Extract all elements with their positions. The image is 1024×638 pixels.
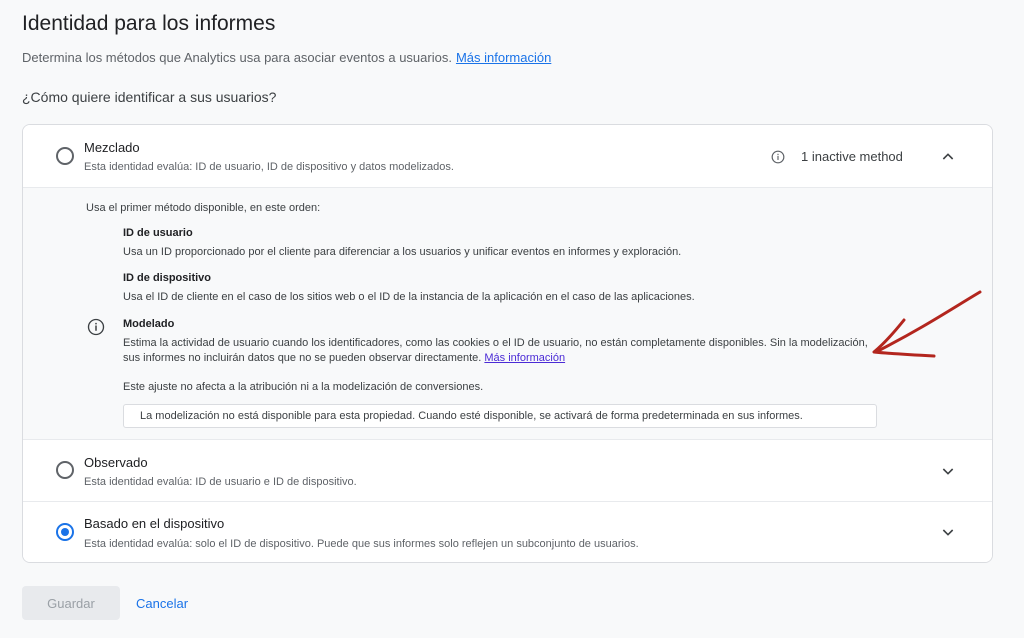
- method-modeled-title: Modelado: [123, 318, 175, 330]
- chevron-down-icon[interactable]: [940, 463, 956, 479]
- chevron-down-icon[interactable]: [940, 524, 956, 540]
- page-title: Identidad para los informes: [22, 12, 276, 35]
- option-device-based-title: Basado en el dispositivo: [84, 516, 225, 531]
- option-blended-description: Esta identidad evalúa: ID de usuario, ID…: [84, 161, 454, 173]
- page-subtitle: Determina los métodos que Analytics usa …: [22, 50, 551, 65]
- option-observed[interactable]: Observado Esta identidad evalúa: ID de u…: [23, 441, 992, 502]
- option-blended-title: Mezclado: [84, 140, 140, 155]
- identify-question: ¿Cómo quiere identificar a sus usuarios?: [22, 89, 277, 105]
- save-button[interactable]: Guardar: [22, 586, 120, 620]
- attribution-note: Este ajuste no afecta a la atribución ni…: [123, 381, 484, 393]
- option-observed-description: Esta identidad evalúa: ID de usuario e I…: [84, 476, 357, 488]
- option-observed-title: Observado: [84, 455, 148, 470]
- inactive-method-text: 1 inactive method: [801, 149, 903, 164]
- inactive-method-status: 1 inactive method: [771, 149, 903, 164]
- option-device-based[interactable]: Basado en el dispositivo Esta identidad …: [23, 502, 992, 562]
- identity-options-card: Mezclado Esta identidad evalúa: ID de us…: [22, 124, 993, 563]
- method-device-id-description: Usa el ID de cliente en el caso de los s…: [123, 291, 695, 303]
- modeled-learn-more-link[interactable]: Más información: [484, 352, 565, 364]
- modeling-availability-note: La modelización no está disponible para …: [123, 404, 877, 428]
- chevron-up-icon[interactable]: [940, 149, 956, 165]
- method-user-id-title: ID de usuario: [123, 227, 193, 239]
- details-intro: Usa el primer método disponible, en este…: [86, 202, 321, 214]
- radio-device-based[interactable]: [56, 523, 74, 541]
- method-modeled-description: Estima la actividad de usuario cuando lo…: [123, 336, 868, 366]
- radio-blended[interactable]: [56, 147, 74, 165]
- option-device-based-description: Esta identidad evalúa: solo el ID de dis…: [84, 538, 639, 550]
- method-device-id-title: ID de dispositivo: [123, 272, 212, 284]
- modeling-info-icon: [87, 318, 105, 336]
- learn-more-link[interactable]: Más información: [456, 50, 551, 65]
- blended-details-panel: Usa el primer método disponible, en este…: [23, 187, 992, 440]
- cancel-button[interactable]: Cancelar: [128, 586, 196, 620]
- option-blended[interactable]: Mezclado Esta identidad evalúa: ID de us…: [23, 125, 992, 187]
- reporting-identity-page: Identidad para los informes Determina lo…: [0, 0, 1024, 638]
- subtitle-text: Determina los métodos que Analytics usa …: [22, 50, 452, 65]
- info-icon: [771, 150, 785, 164]
- radio-observed[interactable]: [56, 461, 74, 479]
- method-user-id-description: Usa un ID proporcionado por el cliente p…: [123, 246, 682, 258]
